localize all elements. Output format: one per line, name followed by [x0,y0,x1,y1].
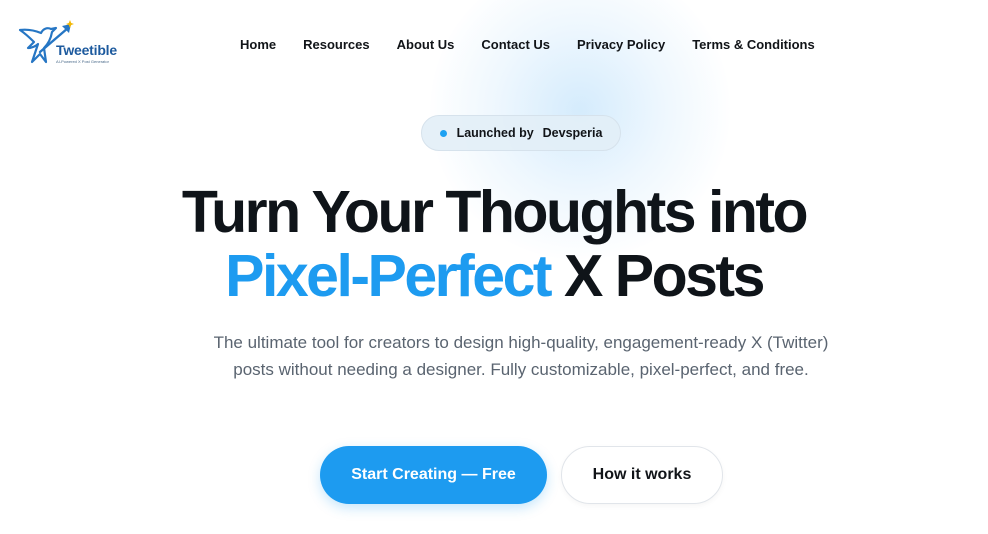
nav-item-home[interactable]: Home [240,37,276,52]
badge-prefix: Launched by [456,126,534,140]
nav-item-terms-conditions[interactable]: Terms & Conditions [692,37,815,52]
landing-page: Tweetible AI-Powered X Post Generator Ho… [0,0,988,534]
nav-item-privacy-policy[interactable]: Privacy Policy [577,37,665,52]
brand-logo[interactable]: Tweetible AI-Powered X Post Generator [18,18,130,68]
nav-item-contact-us[interactable]: Contact Us [481,37,550,52]
hero-title-line-1: Turn Your Thoughts into [181,179,809,245]
badge-company: Devsperia [542,126,603,140]
nav-item-resources[interactable]: Resources [303,37,369,52]
hero-title-rest: X Posts [550,243,765,309]
nav-item-about-us[interactable]: About Us [397,37,455,52]
how-it-works-button[interactable]: How it works [561,446,723,504]
launch-badge: Launched by Devsperia [421,115,621,151]
hero-subtitle: The ultimate tool for creators to design… [213,333,829,379]
hero-title-accent: Pixel-Perfect [225,243,552,309]
start-creating-button[interactable]: Start Creating — Free [320,446,547,504]
hero-title-line-2: Pixel-Perfect X Posts [0,244,988,308]
brand-name: Tweetible [56,42,117,58]
status-dot-icon [439,129,447,137]
brand-tagline: AI-Powered X Post Generator [56,59,109,64]
main-nav: Home Resources About Us Contact Us Priva… [240,37,842,52]
